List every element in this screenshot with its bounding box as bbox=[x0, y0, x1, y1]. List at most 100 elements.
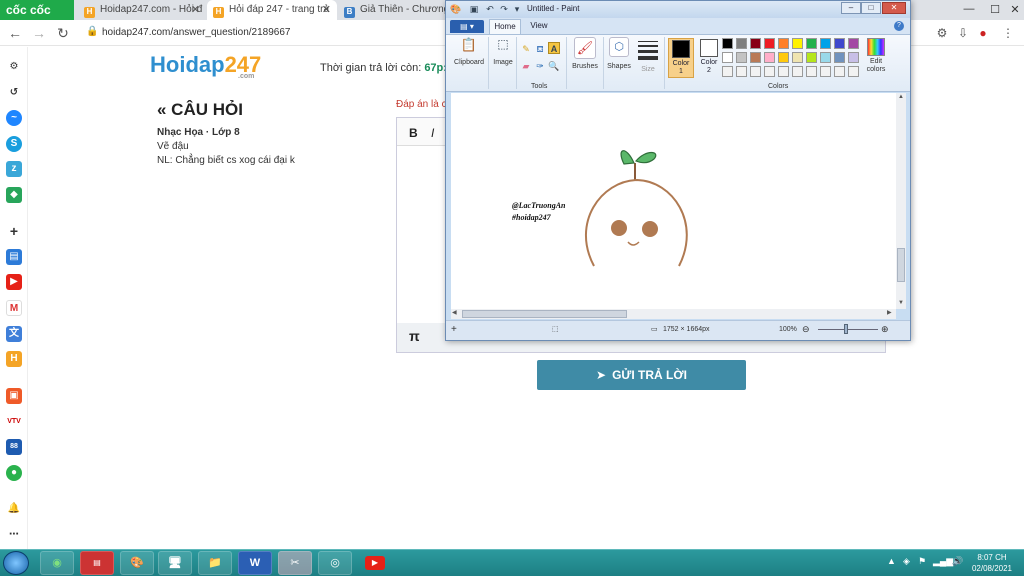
zalo-icon[interactable]: z bbox=[6, 161, 22, 177]
palette-swatch[interactable] bbox=[834, 38, 845, 49]
hoidap-sidebar-icon[interactable]: H bbox=[6, 351, 22, 367]
more-options-icon[interactable]: ⋯ bbox=[6, 527, 22, 543]
word-taskbar-icon[interactable]: W bbox=[238, 551, 272, 575]
palette-swatch[interactable] bbox=[736, 66, 747, 77]
flag-icon[interactable]: ⚑ bbox=[918, 556, 926, 567]
messenger-icon[interactable]: ~ bbox=[6, 110, 22, 126]
paint-active-taskbar-icon[interactable]: ✂ bbox=[278, 551, 312, 575]
forward-arrow-icon[interactable]: → bbox=[30, 24, 48, 42]
brushes-group[interactable]: 🖌 Brushes bbox=[569, 37, 601, 81]
palette-swatch[interactable] bbox=[750, 38, 761, 49]
tray-expand-icon[interactable]: ▲ bbox=[887, 556, 896, 566]
palette-swatch[interactable] bbox=[820, 66, 831, 77]
paint-vertical-scroll-thumb[interactable] bbox=[897, 248, 905, 282]
browser-tab-3[interactable]: B Giả Thiên - Chương 2 bbox=[338, 0, 446, 20]
palette-swatch[interactable] bbox=[722, 38, 733, 49]
reader-icon[interactable]: ▤ bbox=[6, 249, 22, 265]
customize-qat-icon[interactable]: ▾ bbox=[511, 3, 523, 15]
scroll-right-icon[interactable]: ▶ bbox=[887, 309, 892, 316]
palette-swatch[interactable] bbox=[834, 66, 845, 77]
history-icon[interactable]: ↺ bbox=[6, 85, 22, 101]
volume-icon[interactable]: 🔊 bbox=[952, 556, 963, 567]
edit-colors-button[interactable]: Edit colors bbox=[864, 38, 888, 82]
browser-brand[interactable]: cốc cốc bbox=[0, 0, 74, 20]
palette-swatch[interactable] bbox=[806, 52, 817, 63]
help-icon[interactable]: ? bbox=[894, 21, 904, 31]
youtube-icon[interactable]: ▶ bbox=[6, 274, 22, 290]
paint-horizontal-scroll-thumb[interactable] bbox=[462, 310, 627, 318]
undo-icon[interactable]: ↶ bbox=[484, 3, 496, 15]
back-arrow-icon[interactable]: ← bbox=[6, 24, 24, 42]
close-tab-icon[interactable]: ✕ bbox=[191, 3, 200, 16]
gamepad-icon[interactable]: ◆ bbox=[6, 187, 22, 203]
paint-minimize-button[interactable]: – bbox=[841, 2, 861, 14]
palette-swatch[interactable] bbox=[750, 52, 761, 63]
palette-swatch[interactable] bbox=[722, 66, 733, 77]
palette-swatch[interactable] bbox=[778, 38, 789, 49]
pencil-icon[interactable]: ✎ bbox=[520, 43, 532, 55]
color1-selector[interactable]: Color 1 bbox=[668, 38, 694, 78]
palette-swatch[interactable] bbox=[792, 66, 803, 77]
palette-swatch[interactable] bbox=[750, 66, 761, 77]
palette-swatch[interactable] bbox=[806, 66, 817, 77]
skype-icon[interactable]: S bbox=[6, 136, 22, 152]
close-tab-icon[interactable]: ✕ bbox=[322, 3, 331, 16]
explorer-taskbar-icon[interactable]: 📁 bbox=[198, 551, 232, 575]
bold-button[interactable]: B bbox=[409, 126, 418, 140]
winrar-taskbar-icon[interactable]: ▤ bbox=[80, 551, 114, 575]
tin88-icon[interactable]: 88 bbox=[6, 439, 22, 455]
scroll-down-icon[interactable]: ▼ bbox=[898, 300, 904, 306]
network-signal-icon[interactable]: ▂▄▆ bbox=[933, 556, 953, 567]
browser-close-button[interactable]: ✕ bbox=[1000, 0, 1024, 20]
zoom-out-button[interactable]: ⊖ bbox=[802, 324, 810, 335]
eraser-icon[interactable]: ▰ bbox=[520, 60, 532, 72]
text-tool-icon[interactable]: A bbox=[548, 42, 560, 54]
palette-swatch[interactable] bbox=[792, 38, 803, 49]
color-picker-icon[interactable]: ✑ bbox=[534, 60, 546, 72]
size-group[interactable]: Size bbox=[636, 39, 660, 79]
browser-tab-1[interactable]: H Hoidap247.com - Hỏi đ ✕ bbox=[78, 0, 206, 20]
adblock-icon[interactable]: ● bbox=[975, 25, 991, 41]
scroll-up-icon[interactable]: ▲ bbox=[898, 94, 904, 100]
palette-swatch[interactable] bbox=[848, 38, 859, 49]
palette-swatch[interactable] bbox=[848, 66, 859, 77]
browser-tab-2-active[interactable]: H Hỏi đáp 247 - trang trả ✕ bbox=[207, 0, 337, 20]
taskbar-clock[interactable]: 8:07 CH 02/08/2021 bbox=[964, 552, 1020, 574]
windows-start-button[interactable] bbox=[3, 551, 29, 575]
palette-swatch[interactable] bbox=[778, 66, 789, 77]
scroll-left-icon[interactable]: ◀ bbox=[452, 309, 457, 316]
palette-swatch[interactable] bbox=[848, 52, 859, 63]
palette-swatch[interactable] bbox=[806, 38, 817, 49]
redo-icon[interactable]: ↷ bbox=[498, 3, 510, 15]
palette-swatch[interactable] bbox=[820, 52, 831, 63]
fill-bucket-icon[interactable]: ⛾ bbox=[534, 43, 546, 55]
coccoc-taskbar-icon[interactable]: ◉ bbox=[40, 551, 74, 575]
ribbon-tab-home[interactable]: Home bbox=[489, 19, 521, 34]
magnifier-icon[interactable]: 🔍 bbox=[548, 60, 560, 72]
shapes-group[interactable]: ⬡ Shapes bbox=[605, 37, 633, 81]
zoom-slider[interactable] bbox=[818, 329, 878, 330]
settings-gear-icon[interactable]: ⚙ bbox=[6, 59, 22, 75]
extensions-puzzle-icon[interactable]: ⚙ bbox=[934, 25, 950, 41]
palette-swatch[interactable] bbox=[736, 52, 747, 63]
youtube-taskbar-icon[interactable]: ▶ bbox=[358, 551, 392, 575]
translate-icon[interactable]: 文 bbox=[6, 326, 22, 342]
url-bar[interactable]: 🔒 hoidap247.com/answer_question/2189667 bbox=[78, 23, 448, 43]
paint-close-button[interactable]: ✕ bbox=[882, 2, 906, 14]
tray-app-icon[interactable]: ◈ bbox=[903, 556, 910, 567]
palette-swatch[interactable] bbox=[722, 52, 733, 63]
zoom-in-button[interactable]: ⊕ bbox=[881, 324, 889, 335]
camtasia-taskbar-icon[interactable]: ◎ bbox=[318, 551, 352, 575]
palette-swatch[interactable] bbox=[764, 38, 775, 49]
math-pi-button[interactable]: π bbox=[409, 328, 420, 344]
italic-button[interactable]: I bbox=[431, 126, 434, 140]
palette-swatch[interactable] bbox=[778, 52, 789, 63]
image-group[interactable]: ⬚ Image bbox=[490, 37, 516, 77]
vtv-icon[interactable]: VTV bbox=[6, 414, 22, 430]
hoidap-logo[interactable]: Hoidap247 .com bbox=[150, 52, 261, 80]
palette-swatch[interactable] bbox=[792, 52, 803, 63]
gmail-icon[interactable]: M bbox=[6, 300, 22, 316]
submit-answer-button[interactable]: ➤ GỬI TRẢ LỜI bbox=[537, 360, 746, 390]
zoom-slider-thumb[interactable] bbox=[844, 324, 848, 334]
ribbon-tab-view[interactable]: View bbox=[523, 19, 555, 34]
